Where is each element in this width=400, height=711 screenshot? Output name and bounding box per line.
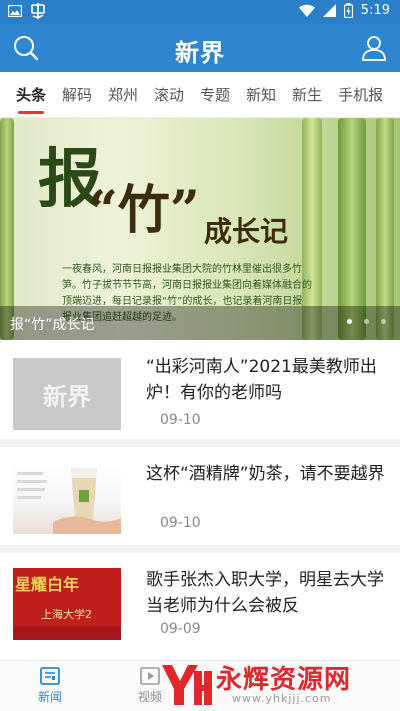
user-icon	[362, 36, 386, 61]
video-icon	[140, 667, 160, 685]
nav-news[interactable]: 新闻	[10, 667, 90, 705]
svg-text:上海大学2: 上海大学2	[41, 607, 92, 621]
image-notification-icon	[8, 5, 22, 17]
app-notification-icon	[31, 3, 45, 19]
news-title: 歌手张杰入职大学，明星去大学当老师为什么会被反	[146, 570, 384, 616]
profile-button[interactable]	[360, 34, 388, 62]
watermark-text: 永辉资源网	[216, 665, 352, 695]
news-date: 09-10	[160, 412, 201, 428]
wifi-icon	[298, 4, 315, 17]
news-thumbnail-placeholder: 新界	[13, 358, 121, 430]
tab-knowledge[interactable]: 新知	[238, 72, 284, 118]
nav-news-label: 新闻	[37, 690, 62, 704]
category-tabs: 头条 解码 郑州 滚动 专题 新知 新生 手机报	[0, 72, 400, 118]
tab-decode[interactable]: 解码	[54, 72, 100, 118]
news-icon	[40, 667, 60, 685]
battery-icon	[343, 3, 353, 18]
nav-video-label: 视频	[137, 690, 162, 704]
clock-time: 5:19	[360, 3, 390, 18]
tab-zhengzhou[interactable]: 郑州	[100, 72, 146, 118]
news-list-item[interactable]: 这杯“酒精牌”奶茶，请不要越界 09-10	[0, 447, 400, 553]
news-list-item[interactable]: 星耀白年 上海大学2 歌手张杰入职大学，明星去大学当老师为什么会被反 09-09	[0, 553, 400, 660]
news-thumbnail: 星耀白年 上海大学2	[13, 568, 121, 640]
tab-headlines[interactable]: 头条	[8, 72, 54, 118]
banner-photo: 星耀白年 上海大学2	[13, 568, 121, 640]
signal-icon	[322, 4, 336, 17]
tab-topics[interactable]: 专题	[192, 72, 238, 118]
news-thumbnail	[13, 462, 121, 534]
banner-caption-bar: 报“竹”成长记	[0, 306, 400, 340]
news-title: 这杯“酒精牌”奶茶，请不要越界	[146, 464, 385, 484]
app-header: 新界	[0, 24, 400, 72]
banner-carousel[interactable]: 报 “竹” 成长记 一夜春风，河南日报报业集团大院的竹林里催出很多竹笋。竹子拔节…	[0, 118, 400, 340]
carousel-dot[interactable]	[364, 319, 369, 324]
app-logo: 新界	[175, 38, 225, 67]
news-date: 09-10	[160, 515, 201, 531]
svg-text:星耀白年: 星耀白年	[15, 575, 79, 594]
tab-rolling[interactable]: 滚动	[146, 72, 192, 118]
news-title: “出彩河南人”2021最美教师出炉！有你的老师吗	[146, 357, 377, 403]
watermark-logo-icon	[162, 665, 212, 705]
carousel-indicator	[347, 319, 386, 324]
banner-headline-part-2: “竹”	[88, 180, 200, 241]
thumbnail-logo-text: 新界	[43, 381, 91, 411]
news-date: 09-09	[160, 621, 201, 637]
milk-tea-photo	[17, 468, 121, 534]
banner-caption: 报“竹”成长记	[10, 317, 95, 333]
tab-newborn[interactable]: 新生	[284, 72, 330, 118]
watermark-url: www.yhkjjj.com	[232, 692, 332, 705]
news-list-item[interactable]: 新界 “出彩河南人”2021最美教师出炉！有你的老师吗 09-10	[0, 340, 400, 447]
carousel-dot[interactable]	[347, 319, 352, 324]
banner-headline-part-3: 成长记	[204, 215, 289, 248]
status-bar: 5:19	[0, 0, 400, 24]
carousel-dot[interactable]	[381, 319, 386, 324]
site-watermark: 永辉资源网 www.yhkjjj.com	[160, 659, 400, 709]
tab-mobile-paper[interactable]: 手机报	[330, 72, 391, 118]
